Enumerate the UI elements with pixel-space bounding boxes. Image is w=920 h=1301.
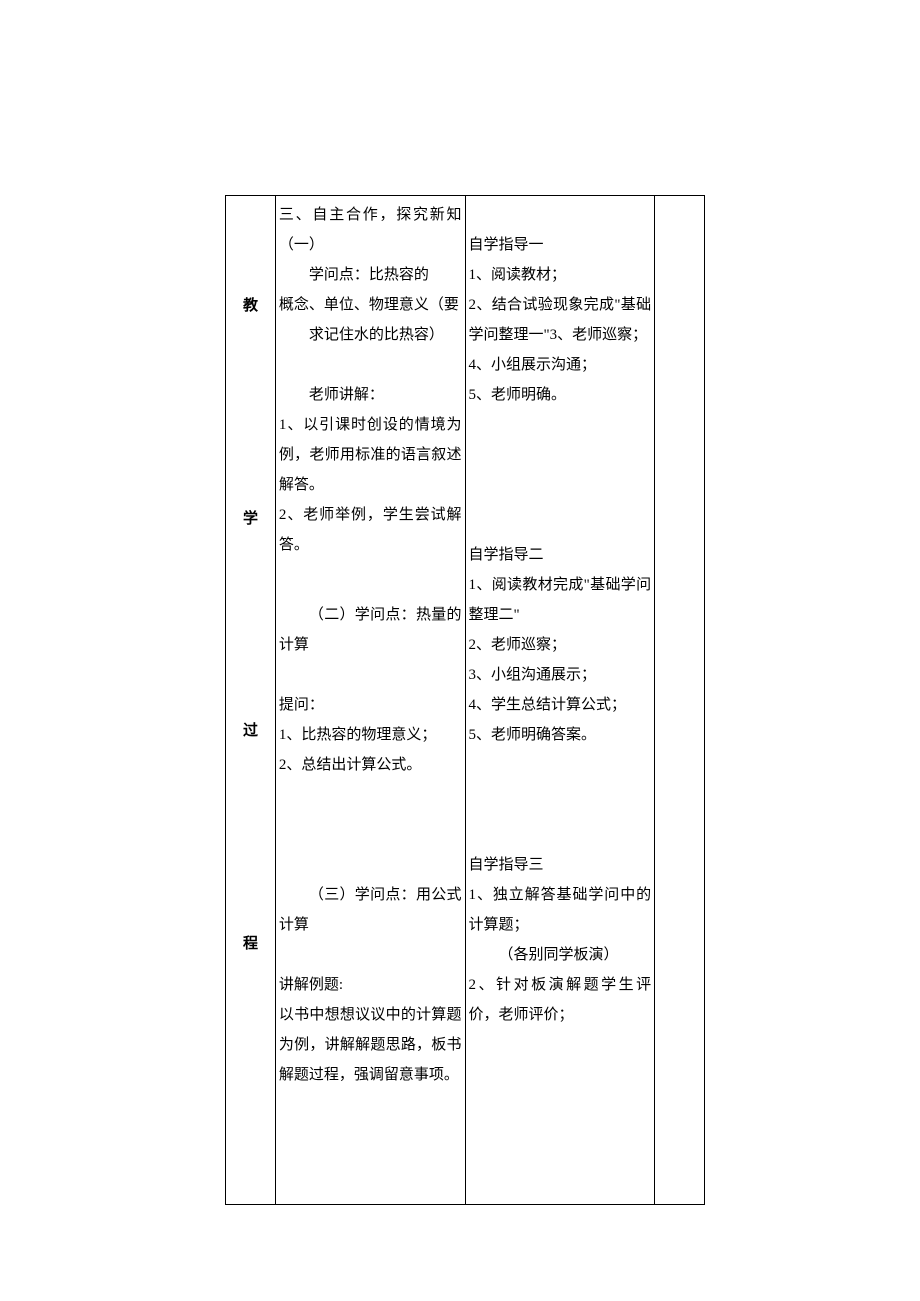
example-header: 讲解例题: — [279, 970, 462, 1000]
guide-2-item-1: 1、阅读教材完成"基础学问整理二" — [469, 570, 652, 630]
section-1-left: 三、自主合作，探究新知（一） 学问点：比热容的 概念、单位、物理意义（要 求记住… — [279, 200, 462, 560]
example-text: 以书中想想议议中的计算题为例，讲解解题思路，板书解题过程，强调留意事项。 — [279, 1000, 462, 1090]
question-1: 1、比热容的物理意义； — [279, 720, 462, 750]
section-2-title: （二）学问点：热量的计算 — [279, 600, 462, 660]
section-1-title: 三、自主合作，探究新知（一） — [279, 200, 462, 260]
label-char-4: 程 — [243, 929, 258, 959]
guide-2-item-3: 3、小组沟通展示； — [469, 660, 652, 690]
teacher-header: 老师讲解： — [279, 380, 462, 410]
section-2-left: （二）学问点：热量的计算 提问： 1、比热容的物理意义； 2、总结出计算公式。 — [279, 600, 462, 780]
guide-1-title: 自学指导一 — [469, 230, 652, 260]
guide-3-item-2: （各别同学板演） — [469, 940, 652, 970]
label-char-1: 教 — [243, 291, 258, 321]
guide-3-title: 自学指导三 — [469, 850, 652, 880]
section-1-line-3: 求记住水的比热容） — [279, 320, 462, 350]
question-header: 提问： — [279, 690, 462, 720]
guide-2-item-2: 2、老师巡察； — [469, 630, 652, 660]
guide-2-item-5: 5、老师明确答案。 — [469, 720, 652, 750]
section-3-title: （三）学问点：用公式计算 — [279, 880, 462, 940]
guide-3-item-1: 1、独立解答基础学问中的计算题； — [469, 880, 652, 940]
question-2: 2、总结出计算公式。 — [279, 750, 462, 780]
section-3-left: （三）学问点：用公式计算 讲解例题: 以书中想想议议中的计算题为例，讲解解题思路… — [279, 880, 462, 1090]
guide-3-item-3: 2、针对板演解题学生评价，老师评价； — [469, 970, 652, 1030]
section-3-right: 自学指导三 1、独立解答基础学问中的计算题； （各别同学板演） 2、针对板演解题… — [469, 850, 652, 1030]
section-1-right: 自学指导一 1、阅读教材； 2、结合试验现象完成"基础学问整理一"3、老师巡察；… — [469, 230, 652, 410]
label-char-2: 学 — [243, 504, 258, 534]
guide-1-item-3: 4、小组展示沟通； — [469, 350, 652, 380]
label-char-3: 过 — [243, 716, 258, 746]
guide-2-item-4: 4、学生总结计算公式； — [469, 690, 652, 720]
section-1-line-1: 学问点：比热容的 — [279, 260, 462, 290]
lesson-plan-table: 教 学 过 程 三、自主合作，探究新知（一） 学问点：比热容的 概念、单位、物理… — [225, 195, 705, 1205]
teaching-content-cell: 三、自主合作，探究新知（一） 学问点：比热容的 概念、单位、物理意义（要 求记住… — [275, 196, 465, 1205]
vertical-label: 教 学 过 程 — [229, 200, 272, 1050]
empty-cell — [655, 196, 705, 1205]
guide-1-item-2: 2、结合试验现象完成"基础学问整理一"3、老师巡察； — [469, 290, 652, 350]
section-2-right: 自学指导二 1、阅读教材完成"基础学问整理二" 2、老师巡察； 3、小组沟通展示… — [469, 540, 652, 750]
section-1-line-2: 概念、单位、物理意义（要 — [279, 290, 462, 320]
row-label-cell: 教 学 过 程 — [226, 196, 276, 1205]
teacher-line-1: 1、以引课时创设的情境为例，老师用标准的语言叙述解答。 — [279, 410, 462, 500]
guide-1-item-1: 1、阅读教材； — [469, 260, 652, 290]
guide-1-item-4: 5、老师明确。 — [469, 380, 652, 410]
guide-2-title: 自学指导二 — [469, 540, 652, 570]
teacher-line-2: 2、老师举例，学生尝试解答。 — [279, 500, 462, 560]
guidance-cell: 自学指导一 1、阅读教材； 2、结合试验现象完成"基础学问整理一"3、老师巡察；… — [465, 196, 655, 1205]
